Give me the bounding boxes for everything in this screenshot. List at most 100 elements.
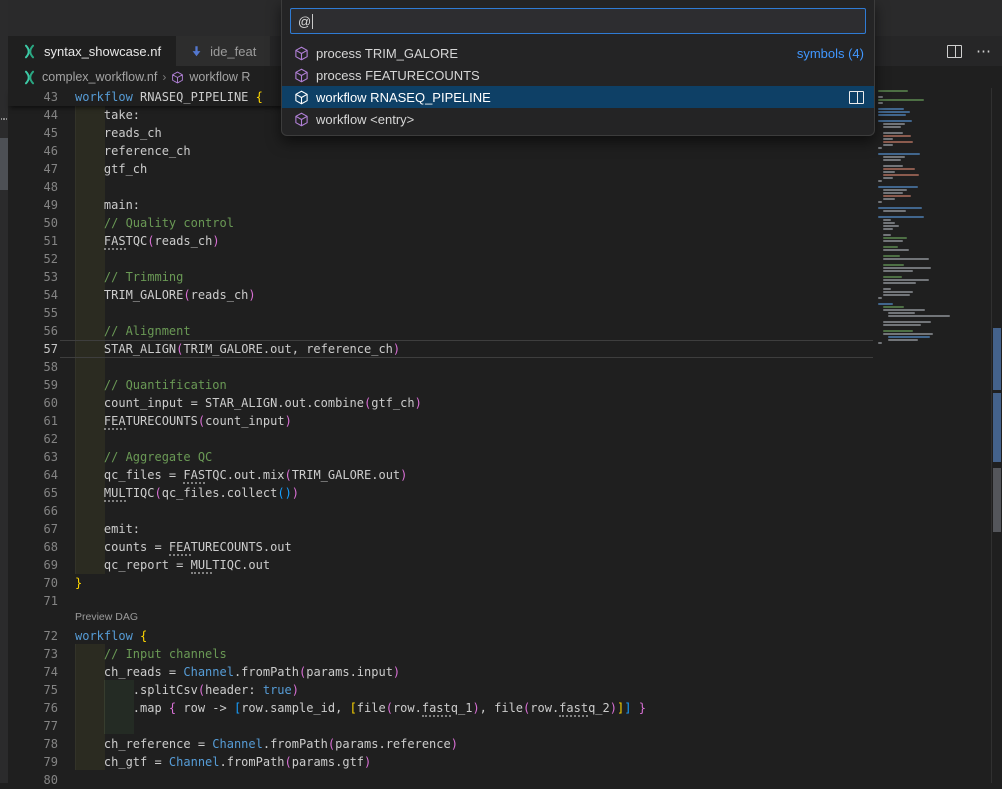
nextflow-logo-icon (22, 44, 37, 59)
line-number: 52 (8, 250, 58, 268)
overview-ruler[interactable] (991, 88, 1002, 783)
line-number: 49 (8, 196, 58, 214)
quickpick-item[interactable]: process FEATURECOUNTS (282, 64, 874, 86)
code-line[interactable]: 57 STAR_ALIGN(TRIM_GALORE.out, reference… (8, 340, 1002, 358)
code-line[interactable]: 47 gtf_ch (8, 160, 1002, 178)
codelens-preview-dag[interactable]: Preview DAG (75, 610, 138, 627)
line-content: ch_reads = Channel.fromPath(params.input… (75, 663, 400, 681)
ruler-decoration (993, 393, 1001, 462)
symbol-cube-icon (294, 90, 309, 105)
overflow-dots-icon (0, 118, 8, 122)
code-line[interactable]: 58 (8, 358, 1002, 376)
line-number: 74 (8, 663, 58, 681)
code-line[interactable]: 67 emit: (8, 520, 1002, 538)
line-number: 62 (8, 430, 58, 448)
line-content: reference_ch (75, 142, 191, 160)
code-line[interactable]: 54 TRIM_GALORE(reads_ch) (8, 286, 1002, 304)
line-number: 48 (8, 178, 58, 196)
text-caret (312, 14, 313, 29)
breadcrumb-file[interactable]: complex_workflow.nf (42, 70, 157, 84)
tab-syntax-showcase[interactable]: syntax_showcase.nf (8, 36, 175, 66)
code-line[interactable]: 62 (8, 430, 1002, 448)
code-line[interactable]: 72workflow { (8, 627, 1002, 645)
code-line[interactable]: 59 // Quantification (8, 376, 1002, 394)
line-content: FASTQC(reads_ch) (75, 232, 220, 250)
quickpick-list: process TRIM_GALORE symbols (4) process F… (282, 40, 874, 130)
symbol-cube-icon (294, 46, 309, 61)
line-number: 54 (8, 286, 58, 304)
quickpick-item[interactable]: workflow <entry> (282, 108, 874, 130)
quickpick-input[interactable]: @ (290, 8, 866, 34)
code-line[interactable]: 51 FASTQC(reads_ch) (8, 232, 1002, 250)
code-line[interactable]: 63 // Aggregate QC (8, 448, 1002, 466)
line-number: 73 (8, 645, 58, 663)
code-line[interactable]: 79 ch_gtf = Channel.fromPath(params.gtf) (8, 753, 1002, 771)
code-line[interactable]: 53 // Trimming (8, 268, 1002, 286)
more-actions-icon[interactable]: ⋯ (976, 42, 992, 60)
symbols-count-link[interactable]: symbols (4) (797, 46, 864, 61)
code-line[interactable]: 60 count_input = STAR_ALIGN.out.combine(… (8, 394, 1002, 412)
line-number: 75 (8, 681, 58, 699)
left-scrollbar-thumb[interactable] (0, 138, 8, 190)
editor-actions: ⋯ (947, 36, 992, 66)
code-line[interactable]: 61 FEATURECOUNTS(count_input) (8, 412, 1002, 430)
minimap-line (878, 99, 924, 101)
line-content: emit: (75, 520, 140, 538)
line-number: 59 (8, 376, 58, 394)
code-line[interactable]: 55 (8, 304, 1002, 322)
line-content: gtf_ch (75, 160, 147, 178)
code-line[interactable]: 46 reference_ch (8, 142, 1002, 160)
code-line[interactable]: 48 (8, 178, 1002, 196)
line-content: reads_ch (75, 124, 162, 142)
chevron-right-icon: › (162, 70, 166, 84)
code-line[interactable]: 65 MULTIQC(qc_files.collect()) (8, 484, 1002, 502)
code-line[interactable]: 77 (8, 717, 1002, 735)
quickpick-item-label: workflow RNASEQ_PIPELINE (316, 90, 491, 105)
code-line[interactable]: 52 (8, 250, 1002, 268)
arrow-down-file-icon (190, 45, 203, 58)
open-to-side-icon[interactable] (849, 91, 864, 104)
code-line[interactable]: 56 // Alignment (8, 322, 1002, 340)
breadcrumb-symbol[interactable]: workflow R (189, 70, 250, 84)
quickpick-query: @ (298, 14, 311, 29)
code-line[interactable]: 69 qc_report = MULTIQC.out (8, 556, 1002, 574)
code-line[interactable]: 71 (8, 592, 1002, 610)
line-number: 80 (8, 771, 58, 789)
code-line[interactable]: 64 qc_files = FASTQC.out.mix(TRIM_GALORE… (8, 466, 1002, 484)
code-line[interactable]: 74 ch_reads = Channel.fromPath(params.in… (8, 663, 1002, 681)
code-line[interactable]: 80 (8, 771, 1002, 789)
line-number: 64 (8, 466, 58, 484)
quickpick-item[interactable]: workflow RNASEQ_PIPELINE (282, 86, 874, 108)
line-number: 77 (8, 717, 58, 735)
quickpick-item[interactable]: process TRIM_GALORE symbols (4) (282, 42, 874, 64)
code-line[interactable]: 49 main: (8, 196, 1002, 214)
line-content: ch_gtf = Channel.fromPath(params.gtf) (75, 753, 371, 771)
code-line[interactable]: 73 // Input channels (8, 645, 1002, 663)
line-content: // Quality control (75, 214, 234, 232)
tab-ide-features[interactable]: ide_feat (175, 36, 270, 66)
code-line[interactable]: 70} (8, 574, 1002, 592)
tab-label: ide_feat (210, 44, 256, 59)
line-number: 58 (8, 358, 58, 376)
line-number: 70 (8, 574, 58, 592)
line-number: 68 (8, 538, 58, 556)
line-content: count_input = STAR_ALIGN.out.combine(gtf… (75, 394, 422, 412)
line-number: 47 (8, 160, 58, 178)
code-line[interactable]: 78 ch_reference = Channel.fromPath(param… (8, 735, 1002, 753)
split-editor-icon[interactable] (947, 45, 962, 58)
line-content: workflow RNASEQ_PIPELINE { (75, 88, 263, 106)
tab-label: syntax_showcase.nf (44, 44, 161, 59)
quickpick-item-label: process TRIM_GALORE (316, 46, 458, 61)
line-number: 51 (8, 232, 58, 250)
code-line[interactable]: 68 counts = FEATURECOUNTS.out (8, 538, 1002, 556)
ruler-decoration (993, 328, 1001, 390)
code-line[interactable]: 76 .map { row -> [row.sample_id, [file(r… (8, 699, 1002, 717)
code-line[interactable]: 50 // Quality control (8, 214, 1002, 232)
code-line[interactable]: 66 (8, 502, 1002, 520)
codelens-row: Preview DAG (8, 610, 1002, 627)
line-content: // Input channels (75, 645, 227, 663)
code-line[interactable]: 75 .splitCsv(header: true) (8, 681, 1002, 699)
line-number: 66 (8, 502, 58, 520)
code-editor[interactable]: 43workflow RNASEQ_PIPELINE { 44 take:45 … (8, 88, 1002, 783)
line-number: 65 (8, 484, 58, 502)
